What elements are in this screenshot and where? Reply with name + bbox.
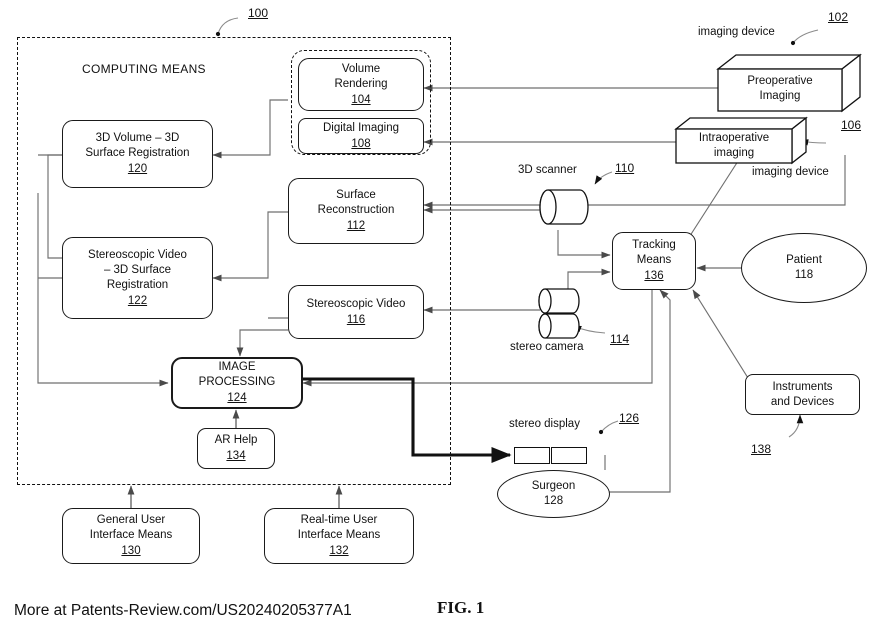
node-volume-rendering-line1: Volume	[341, 62, 381, 75]
node-realtime-user-interface[interactable]: Real-time User Interface Means 132	[264, 508, 414, 564]
node-instruments-and-devices[interactable]: Instruments and Devices	[745, 374, 860, 415]
ref-106: 106	[841, 118, 862, 132]
node-stereoscopic-video[interactable]: Stereoscopic Video 116	[288, 285, 424, 339]
node-surgeon-ref: 128	[543, 495, 564, 507]
node-stereoscopic-video-line1: Stereoscopic Video	[306, 297, 406, 310]
node-realtime-user-interface-line2: Interface Means	[297, 529, 381, 541]
node-volume-surface-registration-line1: 3D Volume – 3D	[95, 132, 180, 144]
node-instruments-line1: Instruments	[772, 380, 833, 393]
node-digital-imaging[interactable]: Digital Imaging 108	[298, 118, 424, 154]
node-volume-surface-registration[interactable]: 3D Volume – 3D Surface Registration 120	[62, 120, 213, 188]
intraoperative-imaging-caption: imaging device	[752, 166, 829, 178]
preoperative-imaging-device[interactable]: Preoperative Imaging	[716, 53, 862, 113]
node-digital-imaging-ref: 108	[351, 137, 371, 150]
node-realtime-user-interface-line1: Real-time User	[300, 514, 378, 526]
node-patient-line1: Patient	[786, 254, 822, 266]
ref-110: 110	[615, 161, 635, 175]
node-tracking-means[interactable]: Tracking Means 136	[612, 232, 696, 290]
node-patient-ref: 118	[794, 269, 814, 281]
ref-100: 100	[248, 6, 269, 20]
node-surface-reconstruction-ref: 112	[346, 220, 366, 232]
ref-126: 126	[619, 411, 640, 425]
node-tracking-means-line2: Means	[636, 254, 672, 266]
node-surface-reconstruction-line2: Reconstruction	[317, 204, 395, 216]
node-volume-rendering-line2: Rendering	[334, 77, 388, 90]
node-surgeon[interactable]: Surgeon 128	[497, 470, 610, 518]
intraoperative-imaging-device[interactable]: Intraoperative imaging	[674, 116, 808, 165]
ref-138: 138	[751, 442, 772, 456]
node-ar-help-line1: AR Help	[214, 434, 258, 446]
node-ar-help[interactable]: AR Help 134	[197, 428, 275, 469]
node-volume-rendering-ref: 104	[351, 93, 371, 106]
stereo-camera-top[interactable]	[538, 288, 580, 314]
node-volume-rendering[interactable]: Volume Rendering 104	[298, 58, 424, 111]
ref-102: 102	[828, 10, 849, 24]
node-video-surface-registration-ref: 122	[127, 294, 148, 307]
stereo-display-caption: stereo display	[509, 418, 580, 430]
stereo-camera-bottom[interactable]	[538, 313, 580, 339]
preoperative-imaging-caption: imaging device	[698, 26, 775, 38]
footer-attribution: More at Patents-Review.com/US20240205377…	[14, 602, 352, 619]
scanner-3d-caption: 3D scanner	[518, 164, 577, 176]
node-ar-help-ref: 134	[226, 450, 246, 462]
node-realtime-user-interface-ref: 132	[329, 545, 349, 557]
node-image-processing-ref: 124	[227, 392, 247, 404]
node-image-processing-line2: PROCESSING	[198, 376, 276, 388]
node-general-user-interface-line2: Interface Means	[89, 529, 173, 541]
node-tracking-means-ref: 136	[644, 270, 664, 282]
stereo-display-right-pane[interactable]	[551, 447, 587, 464]
node-digital-imaging-line1: Digital Imaging	[322, 121, 400, 134]
node-general-user-interface-ref: 130	[121, 545, 141, 557]
node-general-user-interface[interactable]: General User Interface Means 130	[62, 508, 200, 564]
node-stereoscopic-video-ref: 116	[346, 313, 366, 326]
node-image-processing-line1: IMAGE	[218, 361, 256, 373]
node-surgeon-line1: Surgeon	[531, 480, 576, 492]
node-general-user-interface-line1: General User	[96, 514, 166, 526]
ref-114: 114	[610, 332, 630, 346]
stereo-camera-caption: stereo camera	[510, 341, 584, 353]
stereo-display-left-pane[interactable]	[514, 447, 550, 464]
node-video-surface-registration-line2: – 3D Surface	[103, 263, 172, 276]
node-video-surface-registration-line3: Registration	[106, 278, 169, 291]
node-instruments-line2: and Devices	[770, 395, 835, 408]
node-image-processing[interactable]: IMAGE PROCESSING 124	[171, 357, 303, 409]
node-tracking-means-line1: Tracking	[632, 239, 676, 251]
patent-figure-page: COMPUTING MEANS 100 Volume Rendering 104…	[0, 0, 880, 631]
figure-number: FIG. 1	[437, 598, 485, 617]
scanner-3d-device[interactable]	[538, 189, 589, 225]
node-video-surface-registration-line1: Stereoscopic Video	[88, 248, 187, 261]
node-surface-reconstruction-line1: Surface	[336, 189, 376, 201]
node-surface-reconstruction[interactable]: Surface Reconstruction 112	[288, 178, 424, 244]
computing-means-title: COMPUTING MEANS	[82, 62, 206, 76]
node-patient[interactable]: Patient 118	[741, 233, 867, 303]
node-video-surface-registration[interactable]: Stereoscopic Video – 3D Surface Registra…	[62, 237, 213, 319]
node-volume-surface-registration-ref: 120	[127, 163, 148, 175]
node-volume-surface-registration-line2: Surface Registration	[85, 147, 190, 159]
